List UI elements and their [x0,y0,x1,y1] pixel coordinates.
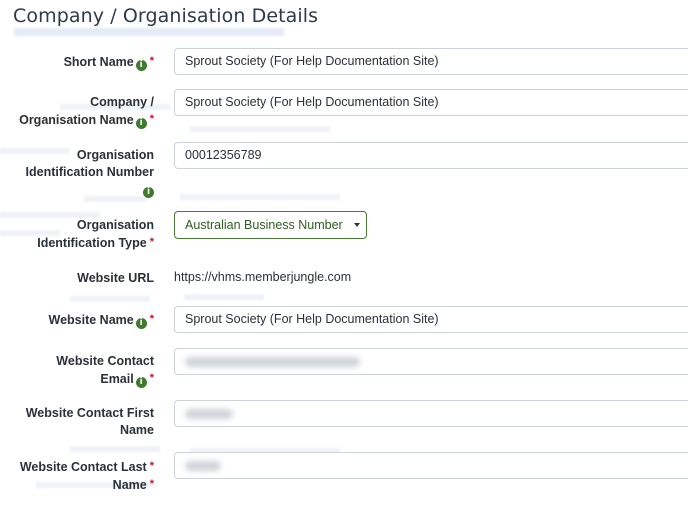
redacted-value [185,356,360,367]
required-marker: * [149,313,154,325]
required-marker: * [149,460,154,472]
company-name-input[interactable]: Sprout Society (For Help Documentation S… [174,89,688,116]
ghost-artifact [184,294,264,300]
ghost-artifact [14,28,284,36]
required-marker: * [149,55,154,67]
required-marker: * [149,113,154,125]
website-contact-first-name-label: Website Contact First Name [25,406,154,437]
org-id-number-label: Organisation Identification Number i [25,148,154,198]
website-contact-email-label: Website Contact Email i * [56,354,154,388]
required-marker: * [149,478,154,490]
org-id-type-select[interactable]: Australian Business Number [174,211,367,239]
redacted-value [185,460,221,471]
ghost-artifact [180,194,340,200]
website-contact-last-name-input[interactable] [174,452,688,479]
required-marker: * [149,372,154,384]
caret-down-icon [354,223,360,227]
website-contact-last-name-label: Website Contact Last * Name * [19,460,154,492]
company-name-label: Company / Organisation Name i * [19,95,154,129]
info-icon[interactable]: i [135,318,147,329]
info-icon[interactable]: i [135,377,147,388]
ghost-artifact [70,446,160,452]
website-contact-first-name-input[interactable] [174,400,688,427]
ghost-artifact [70,296,150,302]
website-name-input[interactable]: Sprout Society (For Help Documentation S… [174,306,688,333]
website-url-value: https://vhms.memberjungle.com [174,270,352,284]
website-url-label: Website URL [77,271,154,285]
org-id-number-input[interactable]: 00012356789 [174,142,688,169]
redacted-value [185,408,233,419]
org-id-type-label: Organisation Identification Type * [37,218,154,250]
ghost-artifact [190,126,330,132]
required-marker: * [149,236,154,248]
short-name-input[interactable]: Sprout Society (For Help Documentation S… [174,48,688,75]
section-title: Company / Organisation Details [13,5,319,27]
short-name-label: Short Name i * [63,55,154,71]
info-icon[interactable]: i [143,187,154,198]
info-icon[interactable]: i [135,60,147,71]
website-contact-email-input[interactable] [174,348,688,375]
website-name-label: Website Name i * [48,313,154,329]
info-icon[interactable]: i [135,118,147,129]
